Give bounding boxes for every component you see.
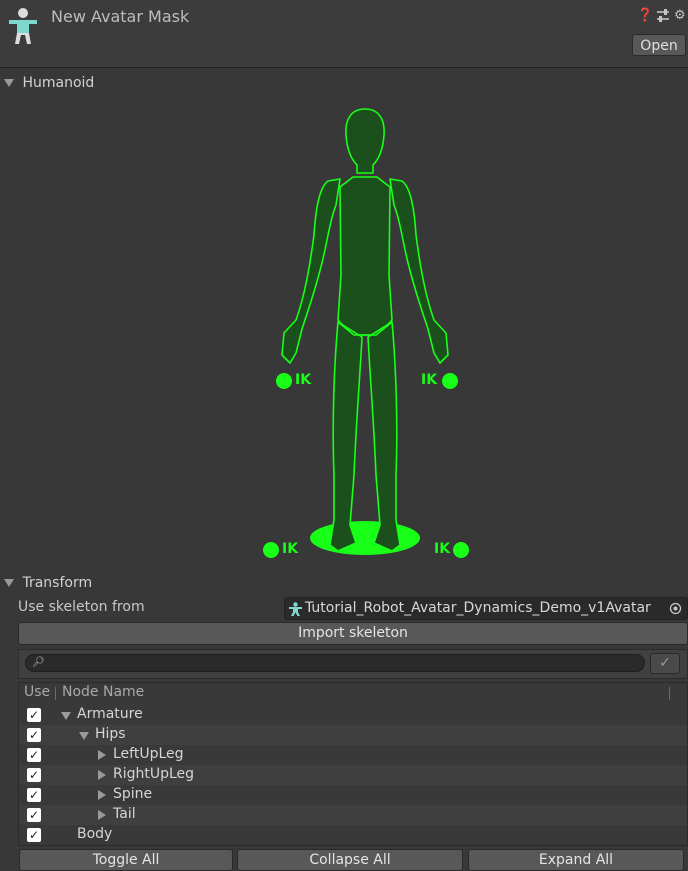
table-row[interactable]: ✓ Tail: [19, 805, 687, 825]
column-divider[interactable]: [669, 687, 670, 700]
left-hand-ik-label: IK: [295, 372, 312, 388]
preset-icon[interactable]: [656, 9, 670, 22]
chevron-right-icon[interactable]: [98, 770, 106, 780]
left-foot-ik-label: IK: [282, 541, 299, 557]
node-name-label: Spine: [113, 786, 153, 802]
use-checkbox[interactable]: ✓: [27, 808, 41, 822]
skeleton-object-field[interactable]: Tutorial_Robot_Avatar_Dynamics_Demo_v1Av…: [284, 597, 688, 620]
node-name-label: LeftUpLeg: [113, 746, 184, 762]
table-row[interactable]: ✓ Armature: [19, 705, 687, 725]
table-row[interactable]: ✓ Body: [19, 825, 687, 845]
column-header-use[interactable]: Use: [24, 684, 50, 700]
use-checkbox[interactable]: ✓: [27, 828, 41, 842]
table-row[interactable]: ✓ RightUpLeg: [19, 765, 687, 785]
left-leg-part[interactable]: [329, 321, 363, 552]
chevron-right-icon[interactable]: [98, 750, 106, 760]
humanoid-body-figure[interactable]: [258, 105, 472, 560]
chevron-down-icon: [4, 579, 14, 587]
node-name-label: RightUpLeg: [113, 766, 195, 782]
search-input[interactable]: [25, 654, 645, 672]
skeleton-object-value: Tutorial_Robot_Avatar_Dynamics_Demo_v1Av…: [305, 600, 651, 616]
search-bar: 🔎︎ ✓: [18, 649, 688, 679]
object-picker-icon[interactable]: [669, 602, 682, 615]
use-checkbox[interactable]: ✓: [27, 748, 41, 762]
chevron-down-icon[interactable]: [79, 732, 89, 740]
use-checkbox[interactable]: ✓: [27, 788, 41, 802]
import-skeleton-button[interactable]: Import skeleton: [18, 622, 688, 645]
table-row[interactable]: ✓ LeftUpLeg: [19, 745, 687, 765]
search-icon: 🔎︎: [32, 657, 45, 668]
transform-section-header[interactable]: Transform: [4, 575, 92, 591]
chevron-right-icon[interactable]: [98, 810, 106, 820]
chevron-down-icon[interactable]: [61, 712, 71, 720]
right-foot-ik-dot[interactable]: [453, 542, 469, 558]
right-hand-ik-label: IK: [421, 372, 438, 388]
right-hand-ik-dot[interactable]: [442, 373, 458, 389]
node-name-label: Body: [77, 826, 113, 842]
table-row[interactable]: ✓ Hips: [19, 725, 687, 745]
chevron-down-icon: [4, 79, 14, 87]
avatar-icon: [289, 602, 302, 616]
humanoid-section-label: Humanoid: [22, 75, 95, 91]
use-checkbox[interactable]: ✓: [27, 708, 41, 722]
humanoid-section-header[interactable]: Humanoid: [4, 75, 94, 91]
settings-icon[interactable]: ⚙: [674, 8, 686, 23]
node-name-label: Hips: [95, 726, 126, 742]
use-checkbox[interactable]: ✓: [27, 768, 41, 782]
right-leg-part[interactable]: [367, 321, 401, 552]
node-name-label: Tail: [113, 806, 136, 822]
left-arm-part[interactable]: [281, 178, 341, 364]
torso-part[interactable]: [337, 176, 393, 336]
expand-all-button[interactable]: Expand All: [468, 849, 684, 871]
collapse-all-button[interactable]: Collapse All: [237, 849, 463, 871]
tree-header: Use Node Name: [19, 683, 687, 703]
right-arm-part[interactable]: [389, 178, 449, 364]
left-hand-ik-dot[interactable]: [276, 373, 292, 389]
avatar-mask-icon: [9, 8, 37, 44]
page-title: New Avatar Mask: [51, 7, 190, 26]
table-row[interactable]: ✓ Spine: [19, 785, 687, 805]
use-checkbox[interactable]: ✓: [27, 728, 41, 742]
open-button[interactable]: Open: [632, 34, 686, 56]
node-name-label: Armature: [77, 706, 143, 722]
transform-tree: Use Node Name ✓ Armature ✓ Hips ✓ LeftUpLeg ✓ R…: [18, 682, 688, 846]
column-divider[interactable]: [55, 687, 56, 700]
help-icon[interactable]: ❓: [637, 8, 653, 23]
root-platform[interactable]: [310, 521, 420, 555]
transform-section-label: Transform: [22, 575, 93, 591]
right-foot-ik-label: IK: [434, 541, 451, 557]
column-header-node-name[interactable]: Node Name: [62, 684, 144, 700]
search-apply-button[interactable]: ✓: [650, 653, 680, 674]
toggle-all-button[interactable]: Toggle All: [19, 849, 233, 871]
chevron-right-icon[interactable]: [98, 790, 106, 800]
skeleton-source-label: Use skeleton from: [18, 599, 145, 615]
inspector-header: New Avatar Mask ❓ ⚙ Open: [0, 0, 688, 68]
head-part[interactable]: [345, 108, 385, 174]
left-foot-ik-dot[interactable]: [263, 542, 279, 558]
